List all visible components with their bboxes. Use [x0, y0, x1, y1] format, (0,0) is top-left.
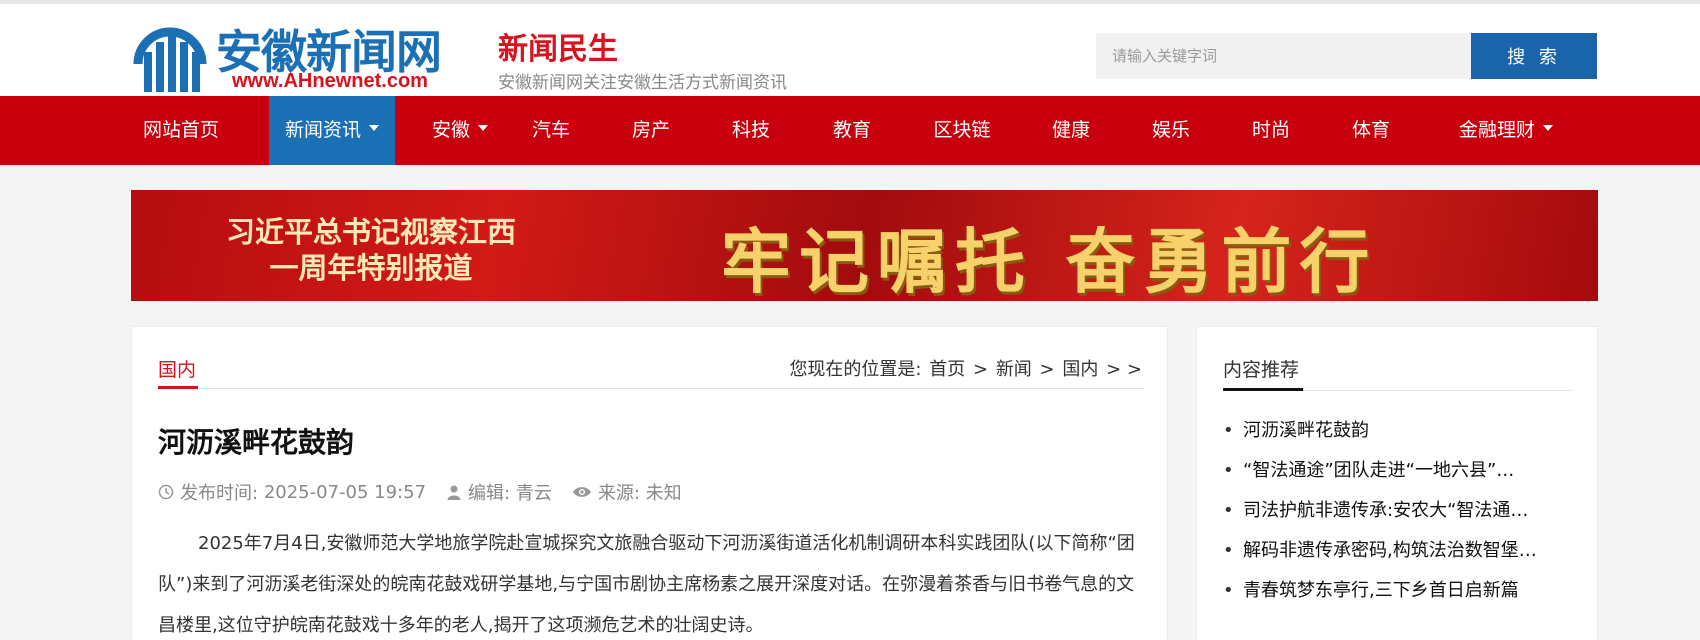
nav-item-news[interactable]: 新闻资讯 [269, 96, 395, 165]
nav-item-home[interactable]: 网站首页 [131, 96, 231, 165]
chevron-down-icon [369, 124, 379, 131]
breadcrumb-domestic[interactable]: 国内 [1062, 359, 1098, 380]
channel-subtitle: 安徽新闻网关注安徽生活方式新闻资讯 [498, 73, 787, 93]
banner-line-2: 一周年特别报道 [269, 251, 473, 285]
nav-item-anhui[interactable]: 安徽 [420, 96, 500, 165]
breadcrumb-prefix: 您现在的位置是: [789, 359, 922, 380]
tab-domestic[interactable]: 国内 [158, 355, 196, 382]
article-source: 来源: 未知 [572, 479, 682, 505]
source-label: 来源: [597, 483, 640, 504]
channel-title: 新闻民生 [498, 32, 618, 67]
chevron-down-icon [1543, 124, 1553, 131]
nav-item-label: 教育 [832, 119, 871, 141]
article-meta: 发布时间: 2025-07-05 19:57 编辑: 青云 来源: 未知 [158, 479, 702, 505]
publish-time: 发布时间: 2025-07-05 19:57 [158, 479, 426, 505]
nav-item-entertainment[interactable]: 娱乐 [1141, 96, 1201, 165]
nav-item-education[interactable]: 教育 [822, 96, 882, 165]
editor-value: 青云 [515, 483, 552, 504]
nav-item-label: 房产 [631, 119, 670, 141]
logo-emblem-icon [133, 27, 207, 92]
tab-divider [158, 388, 1144, 389]
article-body: 2025年7月4日,安徽师范大学地旅学院赴宣城探究文旅融合驱动下河沥溪街道活化机… [158, 533, 1135, 636]
nav-item-label: 网站首页 [142, 119, 219, 141]
user-icon [447, 485, 461, 500]
site-header: 安徽新闻网 www.AHnewnet.com 新闻民生 安徽新闻网关注安徽生活方… [0, 4, 1700, 96]
recommend-underline [1223, 388, 1303, 391]
source-value: 未知 [645, 483, 682, 504]
nav-item-property[interactable]: 房产 [621, 96, 681, 165]
main-nav: 网站首页 新闻资讯 安徽 汽车 房产 科技 教育 区块链 健康 娱乐 时尚 体育… [0, 96, 1700, 165]
tab-active-underline [158, 386, 198, 389]
nav-item-fashion[interactable]: 时尚 [1241, 96, 1301, 165]
recommend-panel: 内容推荐 河沥溪畔花鼓韵 “智法通途”团队走进“一地六县”… 司法护航非遗传承:… [1196, 326, 1598, 640]
publish-value: 2025-07-05 19:57 [263, 481, 427, 503]
recommend-item[interactable]: 青春筑梦东亭行,三下乡首日启新篇 [1223, 571, 1573, 611]
nav-item-label: 时尚 [1251, 119, 1290, 141]
banner-slogan: 牢记嘱托 奋勇前行 [721, 220, 1378, 301]
banner-line-1: 习近平总书记视察江西 [226, 215, 517, 249]
nav-item-finance[interactable]: 金融理财 [1446, 96, 1566, 165]
breadcrumb-trailing: > > [1106, 359, 1142, 380]
nav-item-label: 汽车 [531, 119, 570, 141]
breadcrumb-separator: > [972, 359, 989, 380]
search-button[interactable]: 搜 索 [1471, 33, 1597, 79]
logo-url: www.AHnewnet.com [232, 70, 428, 92]
breadcrumb: 您现在的位置是: 首页 > 新闻 > 国内 > > [788, 355, 1143, 381]
nav-item-label: 娱乐 [1151, 119, 1190, 141]
recommend-list: 河沥溪畔花鼓韵 “智法通途”团队走进“一地六县”… 司法护航非遗传承:安农大“智… [1223, 411, 1573, 611]
eye-icon [572, 487, 591, 497]
promo-banner[interactable]: 习近平总书记视察江西 一周年特别报道 牢记嘱托 奋勇前行 [131, 190, 1598, 301]
article-title: 河沥溪畔花鼓韵 [158, 426, 355, 459]
nav-item-label: 金融理财 [1458, 119, 1535, 141]
nav-item-label: 新闻资讯 [284, 119, 361, 141]
editor-label: 编辑: [468, 483, 511, 504]
publish-label: 发布时间: [180, 483, 259, 504]
nav-item-sports[interactable]: 体育 [1341, 96, 1401, 165]
recommend-item[interactable]: “智法通途”团队走进“一地六县”… [1223, 451, 1573, 491]
nav-item-label: 健康 [1051, 119, 1090, 141]
clock-icon [158, 484, 174, 500]
breadcrumb-news[interactable]: 新闻 [996, 359, 1032, 380]
nav-item-tech[interactable]: 科技 [721, 96, 781, 165]
nav-item-label: 体育 [1351, 119, 1390, 141]
search-input[interactable] [1096, 33, 1471, 79]
nav-item-label: 安徽 [431, 119, 470, 141]
article-panel: 国内 您现在的位置是: 首页 > 新闻 > 国内 > > 河沥溪畔花鼓韵 发布时… [131, 326, 1168, 640]
recommend-item[interactable]: 司法护航非遗传承:安农大“智法通… [1223, 491, 1573, 531]
site-logo[interactable]: 安徽新闻网 www.AHnewnet.com [130, 12, 495, 97]
nav-item-health[interactable]: 健康 [1041, 96, 1101, 165]
recommend-item[interactable]: 河沥溪畔花鼓韵 [1223, 411, 1573, 451]
nav-item-auto[interactable]: 汽车 [521, 96, 581, 165]
article-editor: 编辑: 青云 [446, 479, 552, 505]
breadcrumb-home[interactable]: 首页 [929, 359, 965, 380]
breadcrumb-separator: > [1039, 359, 1055, 380]
recommend-item[interactable]: 解码非遗传承密码,构筑法治数智堡… [1223, 531, 1573, 571]
chevron-down-icon [478, 124, 488, 131]
recommend-title: 内容推荐 [1223, 359, 1300, 381]
nav-item-blockchain[interactable]: 区块链 [927, 96, 997, 165]
nav-item-label: 科技 [731, 119, 770, 141]
banner-headline: 习近平总书记视察江西 一周年特别报道 [226, 214, 516, 286]
nav-item-label: 区块链 [933, 119, 991, 141]
